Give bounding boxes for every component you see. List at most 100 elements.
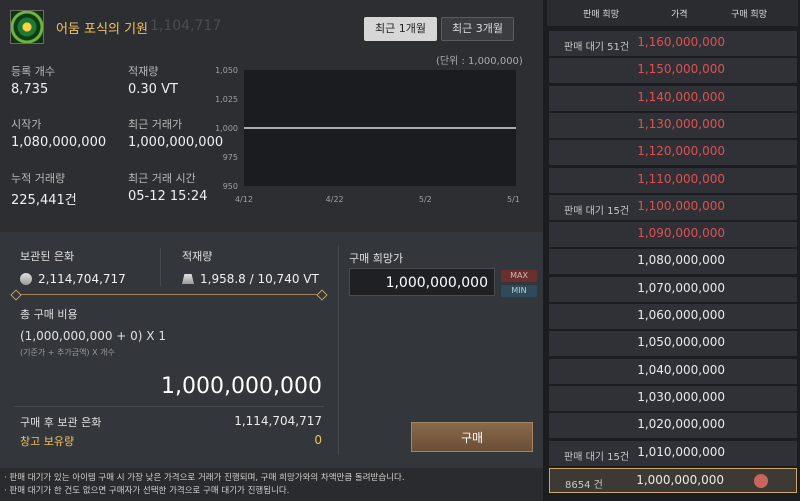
cost-formula-hint: (기준가 + 추가금액) X 개수 bbox=[20, 348, 115, 357]
order-row[interactable]: 1,020,000,000 bbox=[549, 413, 797, 439]
item-name: 어둠 포식의 기원 bbox=[56, 22, 148, 37]
hope-price-label: 구매 희망가 bbox=[349, 252, 404, 265]
max-button[interactable]: MAX bbox=[501, 270, 537, 282]
range-1-month-button[interactable]: 최근 1개월 bbox=[364, 17, 437, 41]
order-row[interactable]: 1,060,000,000 bbox=[549, 304, 797, 329]
stored-silver-label: 보관된 은화 bbox=[20, 250, 75, 263]
y-tick-label: 950 bbox=[223, 182, 238, 191]
order-row[interactable]: 1,140,000,000 bbox=[549, 85, 797, 111]
pending-count: 판매 대기 51건 bbox=[564, 42, 630, 53]
order-price: 1,000,000,000 bbox=[636, 472, 724, 487]
order-row[interactable]: 1,040,000,000 bbox=[549, 358, 797, 384]
order-row[interactable]: 판매 대기 51건 1,160,000,000 bbox=[549, 31, 797, 56]
note-line: · 판매 대기가 한 건도 없으면 구매자가 선택한 가격으로 구매 대기가 진… bbox=[4, 486, 290, 496]
order-price: 1,100,000,000 bbox=[637, 198, 725, 213]
start-price: 시작가 1,080,000,000 bbox=[11, 116, 106, 150]
order-row[interactable]: 1,150,000,000 bbox=[549, 58, 797, 84]
y-tick-label: 975 bbox=[223, 153, 238, 162]
note-line: · 판매 대기가 있는 아이템 구매 시 가장 낮은 가격으로 거래가 진행되며… bbox=[4, 473, 405, 483]
divider bbox=[160, 248, 161, 286]
y-tick-label: 1,025 bbox=[215, 95, 238, 104]
buy-order-icon bbox=[754, 473, 768, 488]
storage-amount-label: 창고 보유량 bbox=[20, 435, 75, 448]
registered-count-label: 등록 개수 bbox=[11, 65, 55, 78]
order-price: 1,090,000,000 bbox=[637, 226, 725, 241]
stored-silver-value: 2,114,704,717 bbox=[38, 272, 126, 286]
order-price: 1,010,000,000 bbox=[637, 444, 725, 459]
start-price-value: 1,080,000,000 bbox=[11, 135, 107, 150]
order-row[interactable]: 1,090,000,000 bbox=[549, 222, 797, 248]
hope-price-input[interactable]: 1,000,000,000 bbox=[349, 268, 495, 296]
header-buy-hope: 구매 희망 bbox=[731, 9, 767, 20]
cost-formula: (1,000,000,000 + 0) X 1 bbox=[20, 329, 166, 343]
order-book-header: 판매 희망 가격 구매 희망 bbox=[547, 0, 798, 26]
order-row[interactable]: 1,130,000,000 bbox=[549, 112, 797, 138]
total-trades-label: 누적 거래량 bbox=[11, 172, 66, 185]
header-sell-hope: 판매 희망 bbox=[583, 9, 619, 20]
x-tick-label: 4/22 bbox=[326, 195, 344, 204]
total-trades: 누적 거래량 225,441건 bbox=[11, 170, 77, 208]
order-price: 1,070,000,000 bbox=[637, 280, 725, 295]
order-row[interactable]: 판매 대기 15건 1,010,000,000 bbox=[549, 440, 797, 466]
silver-coin-icon bbox=[20, 273, 32, 285]
stored-silver: 보관된 은화 2,114,704,717 bbox=[20, 248, 126, 286]
recent-trade-time: 최근 거래 시간 05-12 15:24 bbox=[128, 170, 207, 204]
registered-count: 등록 개수 8,735 bbox=[11, 63, 55, 97]
order-row[interactable]: 1,050,000,000 bbox=[549, 331, 797, 357]
total-trades-value: 225,441건 bbox=[11, 193, 77, 208]
x-tick-label: 5/12 bbox=[507, 195, 520, 204]
order-price: 1,020,000,000 bbox=[637, 417, 725, 432]
pending-count: 판매 대기 15건 bbox=[564, 205, 630, 217]
order-price: 1,130,000,000 bbox=[637, 116, 725, 131]
order-price: 1,040,000,000 bbox=[637, 362, 725, 377]
divider bbox=[14, 406, 324, 407]
order-price: 1,120,000,000 bbox=[637, 144, 725, 159]
order-row[interactable]: 1,120,000,000 bbox=[549, 140, 797, 166]
order-row[interactable]: 판매 대기 15건 1,100,000,000 bbox=[549, 194, 797, 220]
inventory-weight: 적재량 1,958.8 / 10,740 VT bbox=[182, 248, 319, 286]
inventory-weight-label: 적재량 bbox=[182, 250, 213, 263]
pending-count: 8654 건 bbox=[565, 479, 603, 491]
gold-divider bbox=[14, 294, 324, 295]
buy-button[interactable]: 구매 bbox=[411, 422, 533, 452]
order-price: 1,150,000,000 bbox=[637, 62, 725, 77]
order-row[interactable]: 8654 건 1,000,000,000 bbox=[549, 467, 797, 493]
order-price: 1,140,000,000 bbox=[637, 89, 725, 104]
recent-trade-time-value: 05-12 15:24 bbox=[128, 189, 208, 204]
y-tick-label: 1,000 bbox=[215, 124, 238, 133]
item-weight: 적재량 0.30 VT bbox=[128, 63, 178, 97]
x-tick-label: 4/12 bbox=[235, 195, 253, 204]
price-history-chart: 1,050 1,025 1,000 975 950 4/12 4/22 5/2 5/12 bbox=[215, 66, 520, 204]
order-row[interactable]: 1,030,000,000 bbox=[549, 385, 797, 411]
order-price: 1,080,000,000 bbox=[637, 253, 725, 268]
weight-icon bbox=[182, 274, 194, 284]
notes: · 판매 대기가 있는 아이템 구매 시 가장 낮은 가격으로 거래가 진행되며… bbox=[0, 468, 543, 501]
item-icon bbox=[10, 10, 44, 44]
item-weight-value: 0.30 VT bbox=[128, 82, 178, 97]
x-tick-label: 5/2 bbox=[419, 195, 432, 204]
inventory-weight-row: 1,958.8 / 10,740 VT bbox=[182, 272, 319, 286]
range-3-months-button[interactable]: 최근 3개월 bbox=[441, 17, 514, 41]
order-price: 1,060,000,000 bbox=[637, 308, 725, 322]
min-button[interactable]: MIN bbox=[501, 285, 537, 297]
pending-count: 판매 대기 15건 bbox=[564, 451, 630, 463]
registered-count-value: 8,735 bbox=[11, 82, 49, 97]
stored-silver-row: 2,114,704,717 bbox=[20, 272, 126, 286]
vertical-divider bbox=[338, 245, 339, 455]
y-tick-label: 1,050 bbox=[215, 66, 238, 75]
total-cost-label: 총 구매 비용 bbox=[20, 308, 78, 321]
item-info-section: 1,104,717 어둠 포식의 기원 최근 1개월 최근 3개월 등록 개수 … bbox=[0, 0, 543, 232]
item-weight-label: 적재량 bbox=[128, 65, 159, 78]
after-silver-label: 구매 후 보관 은화 bbox=[20, 416, 102, 429]
inventory-weight-value: 1,958.8 / 10,740 VT bbox=[200, 272, 319, 286]
order-price: 1,160,000,000 bbox=[637, 35, 725, 49]
header-price: 가격 bbox=[671, 9, 688, 20]
order-price: 1,050,000,000 bbox=[637, 335, 725, 350]
storage-amount-value: 0 bbox=[314, 433, 322, 447]
order-row[interactable]: 1,070,000,000 bbox=[549, 276, 797, 302]
order-row[interactable]: 1,110,000,000 bbox=[549, 167, 797, 193]
order-row[interactable]: 1,080,000,000 bbox=[549, 249, 797, 275]
order-price: 1,030,000,000 bbox=[637, 389, 725, 404]
item-ghost-value: 1,104,717 bbox=[150, 18, 222, 34]
start-price-label: 시작가 bbox=[11, 118, 42, 131]
